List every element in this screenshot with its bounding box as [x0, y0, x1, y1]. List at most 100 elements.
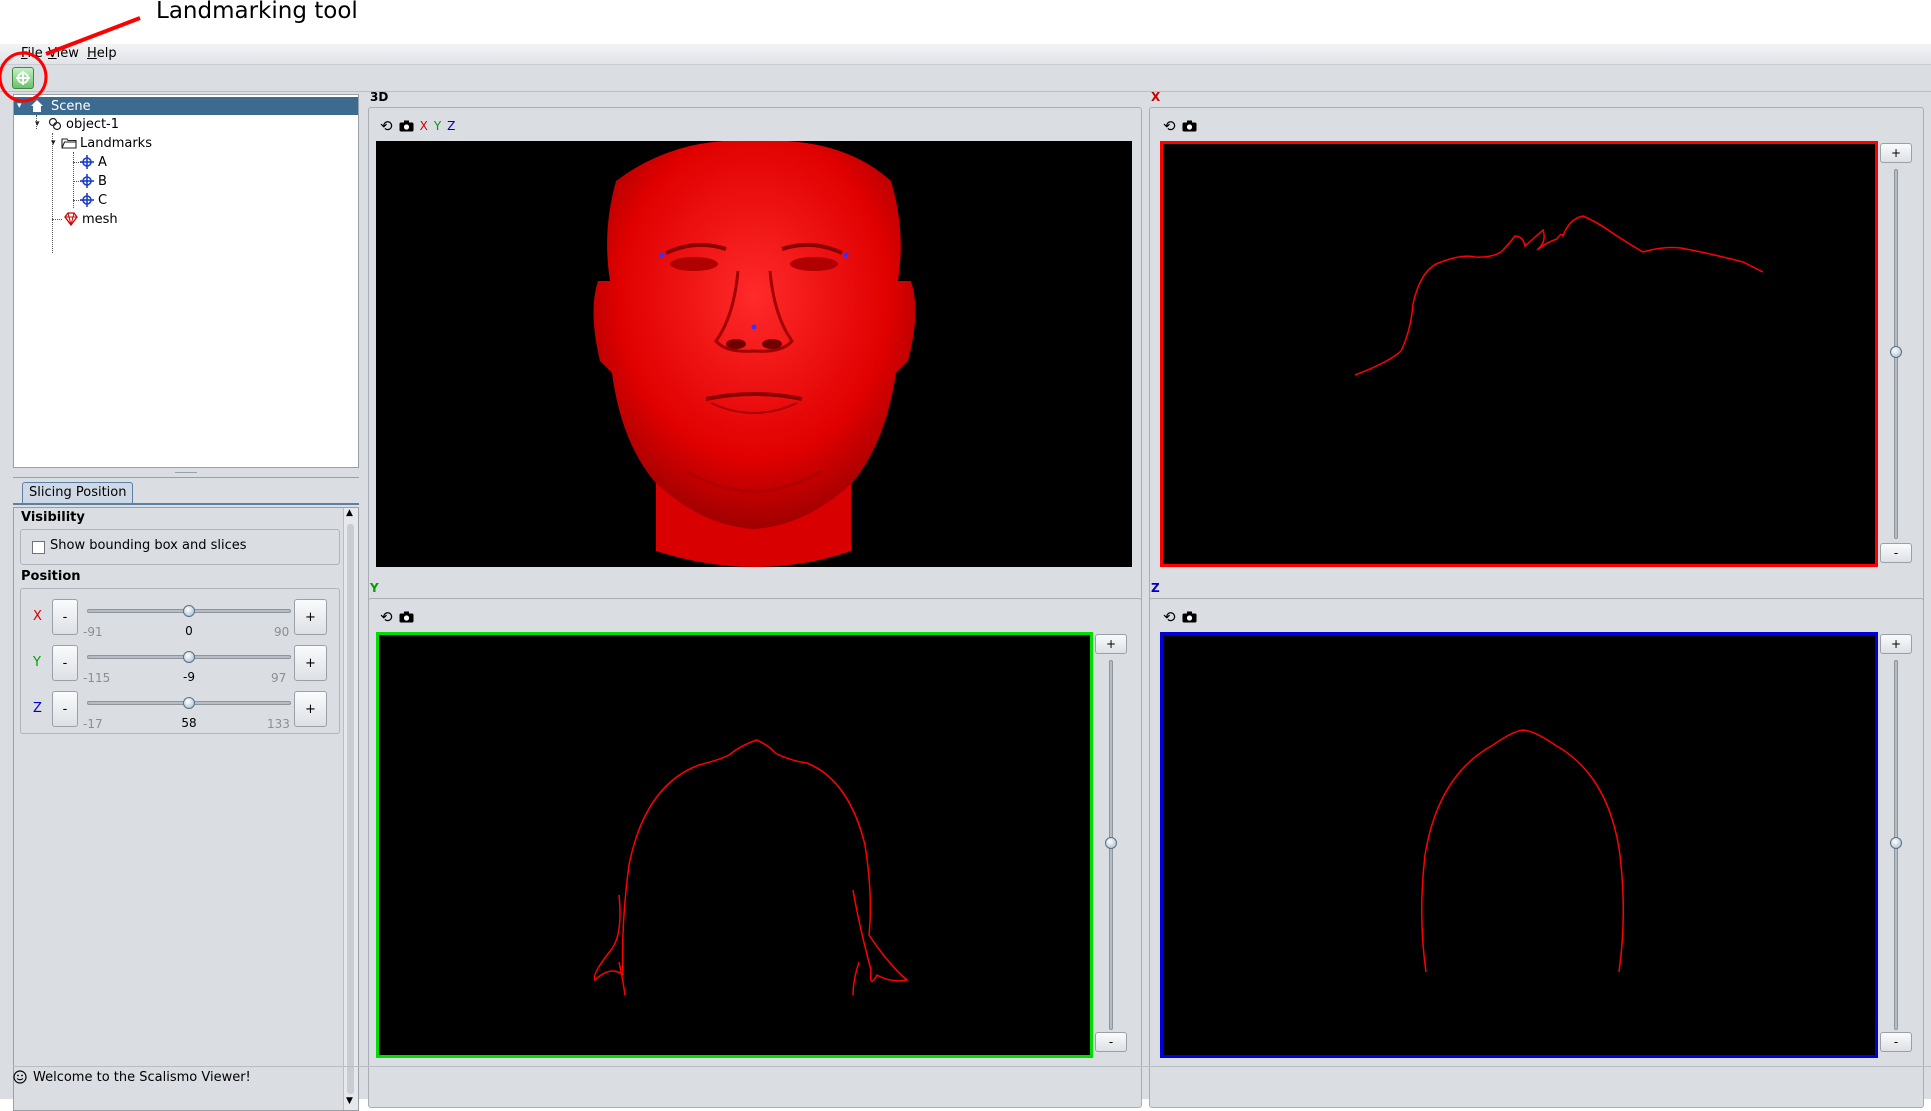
property-scrollbar[interactable]: ▲ ▼	[343, 508, 358, 1110]
tree-label-scene: Scene	[51, 98, 91, 114]
scene-tree: ▾ Scene ▾ object-1 ▾ Landmarks A B C mes…	[13, 94, 359, 468]
z-slider-value: 58	[181, 716, 197, 730]
reset-view-icon[interactable]: ⟲	[380, 608, 393, 626]
status-bar: Welcome to the Scalismo Viewer!	[13, 1066, 1931, 1087]
tree-label-mesh: mesh	[82, 211, 118, 227]
menu-view[interactable]: View	[48, 46, 79, 61]
face-mesh-render	[593, 140, 916, 567]
landmark-icon	[80, 155, 94, 169]
tree-label-landmark-c: C	[98, 192, 108, 208]
visibility-group: Show bounding box and slices	[20, 529, 340, 565]
tree-node-object[interactable]: ▾ object-1	[35, 115, 120, 133]
axis-y-button[interactable]: Y	[434, 119, 441, 133]
tab-underline	[13, 503, 359, 505]
home-icon	[31, 100, 43, 112]
tree-node-landmark-c[interactable]: C	[80, 191, 107, 209]
menu-help[interactable]: Help	[87, 46, 117, 61]
landmark-icon	[80, 174, 94, 188]
y-decrement-button[interactable]: -	[52, 645, 78, 681]
z-decrement-button[interactable]: -	[52, 691, 78, 727]
collapse-icon[interactable]: ▾	[51, 138, 56, 148]
tree-label-object: object-1	[66, 116, 120, 132]
y-slider-value: -9	[183, 670, 195, 684]
z-slice-slider-knob[interactable]	[1890, 837, 1902, 849]
camera-icon[interactable]	[399, 120, 414, 132]
menu-file[interactable]: File	[21, 46, 43, 61]
tree-label-landmarks: Landmarks	[80, 135, 152, 151]
x-slider-max: 90	[274, 625, 290, 639]
divider	[13, 477, 359, 478]
position-group: X - -91 0 90 + Y - -115 -9 97 + Z - -17 …	[20, 588, 340, 734]
camera-icon[interactable]	[399, 611, 414, 623]
toolbar	[0, 64, 1931, 92]
viewport-y-toolbar: ⟲	[380, 608, 414, 626]
slicing-position-panel: Visibility Show bounding box and slices …	[13, 507, 359, 1111]
axis-x-button[interactable]: X	[420, 119, 428, 133]
x-decrement-button[interactable]: -	[52, 599, 78, 635]
z-slider-knob[interactable]	[183, 697, 195, 709]
reset-view-icon[interactable]: ⟲	[1163, 608, 1176, 626]
x-zoom-in-button[interactable]: +	[1880, 143, 1912, 163]
y-slice-slider-knob[interactable]	[1105, 837, 1117, 849]
collapse-icon[interactable]: ▾	[17, 101, 22, 111]
x-slice-contour	[1354, 215, 1764, 376]
camera-icon[interactable]	[1182, 611, 1197, 623]
x-zoom-out-button[interactable]: -	[1880, 543, 1912, 563]
position-title: Position	[21, 569, 81, 584]
show-bbox-label: Show bounding box and slices	[50, 538, 247, 553]
viewport-z-title: Z	[1151, 581, 1160, 595]
viewport-3d-toolbar: ⟲ X Y Z	[380, 117, 455, 135]
visibility-title: Visibility	[21, 510, 85, 525]
z-zoom-in-button[interactable]: +	[1880, 634, 1912, 654]
tree-node-scene[interactable]: ▾ Scene	[14, 97, 358, 115]
z-increment-button[interactable]: +	[294, 691, 327, 727]
y-zoom-in-button[interactable]: +	[1095, 634, 1127, 654]
scrollbar-thumb[interactable]	[347, 524, 354, 1094]
show-bbox-checkbox[interactable]	[32, 541, 45, 554]
x-slider-knob[interactable]	[183, 605, 195, 617]
x-slider-value: 0	[185, 624, 193, 638]
tab-slicing-position[interactable]: Slicing Position	[22, 482, 134, 503]
object-icon	[48, 117, 62, 131]
y-slider-max: 97	[271, 671, 287, 685]
y-slice-contour	[593, 739, 909, 996]
tree-node-landmark-a[interactable]: A	[80, 153, 107, 171]
landmarking-tool-button[interactable]	[12, 67, 34, 89]
axis-z-button[interactable]: Z	[447, 119, 455, 133]
y-increment-button[interactable]: +	[294, 645, 327, 681]
tree-label-landmark-b: B	[98, 173, 107, 189]
annotation-label: Landmarking tool	[156, 0, 358, 24]
viewport-y-canvas[interactable]	[376, 632, 1093, 1058]
viewport-3d-title: 3D	[370, 90, 389, 104]
y-axis-label: Y	[33, 655, 41, 670]
viewport-x-title: X	[1151, 90, 1161, 104]
landmark-icon	[80, 193, 94, 207]
viewport-z-canvas[interactable]	[1160, 632, 1878, 1058]
x-axis-label: X	[33, 609, 42, 624]
tree-node-mesh[interactable]: mesh	[64, 210, 118, 228]
reset-view-icon[interactable]: ⟲	[380, 117, 393, 135]
viewport-x-canvas[interactable]	[1160, 141, 1878, 567]
x-increment-button[interactable]: +	[294, 599, 327, 635]
collapse-icon[interactable]: ▾	[35, 119, 40, 129]
viewport-x-toolbar: ⟲	[1163, 117, 1197, 135]
z-slider-max: 133	[267, 717, 290, 731]
z-zoom-out-button[interactable]: -	[1880, 1032, 1912, 1052]
y-slider-min: -115	[83, 671, 111, 685]
x-slider-min: -91	[83, 625, 103, 639]
y-zoom-out-button[interactable]: -	[1095, 1032, 1127, 1052]
viewport-y-title: Y	[370, 581, 379, 595]
x-slice-slider-knob[interactable]	[1890, 346, 1902, 358]
scroll-down-icon[interactable]: ▼	[346, 1096, 353, 1106]
y-slider-knob[interactable]	[183, 651, 195, 663]
tree-node-landmark-b[interactable]: B	[80, 172, 107, 190]
reset-view-icon[interactable]: ⟲	[1163, 117, 1176, 135]
viewport-z-toolbar: ⟲	[1163, 608, 1197, 626]
smiley-icon	[13, 1070, 27, 1084]
tree-node-landmarks[interactable]: ▾ Landmarks	[51, 134, 152, 152]
camera-icon[interactable]	[1182, 120, 1197, 132]
viewport-3d-canvas[interactable]	[376, 140, 1132, 567]
tree-label-landmark-a: A	[98, 154, 107, 170]
folder-icon	[61, 138, 77, 149]
scroll-up-icon[interactable]: ▲	[346, 508, 353, 518]
